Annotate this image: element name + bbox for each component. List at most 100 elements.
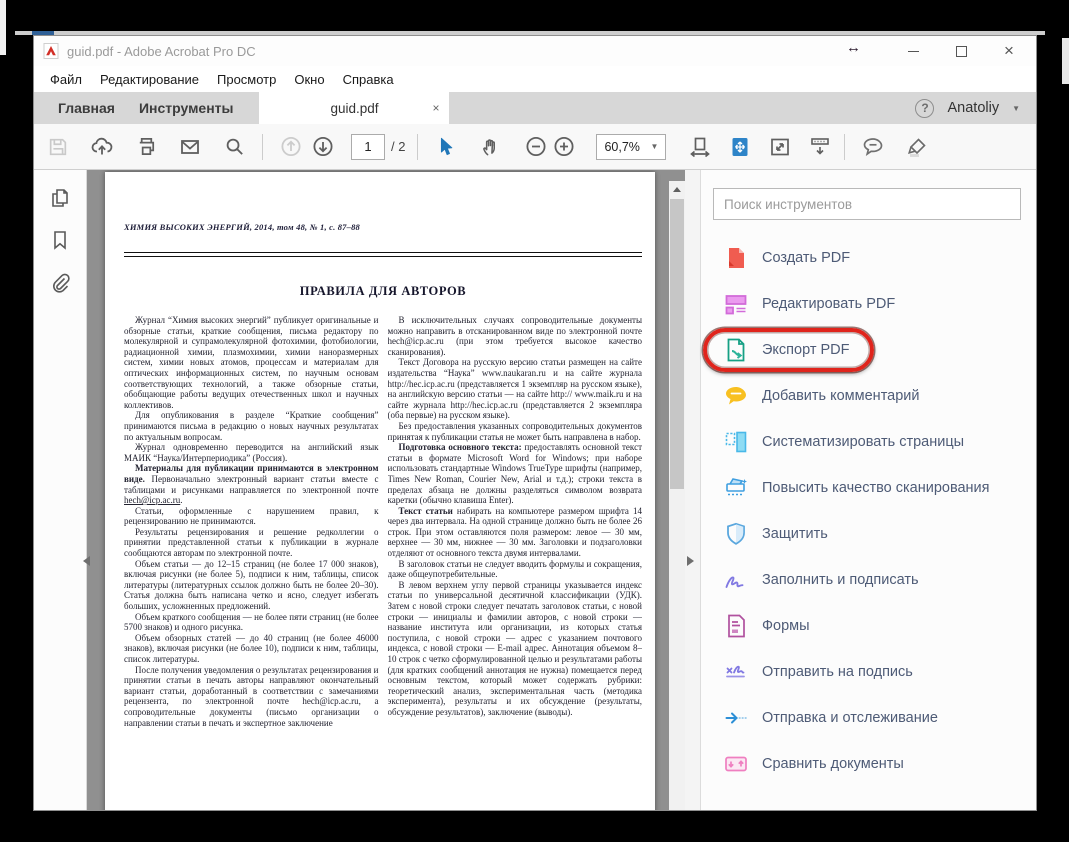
highlight-annotation: Экспорт PDF xyxy=(703,328,874,372)
compare-documents-icon xyxy=(723,751,749,777)
tool-item-forms[interactable]: Формы xyxy=(701,603,1036,649)
highlight-icon[interactable] xyxy=(905,135,929,159)
menu-view[interactable]: Просмотр xyxy=(208,72,285,87)
minimize-button[interactable] xyxy=(896,36,930,66)
edit-pdf-icon xyxy=(723,291,749,317)
tool-label: Сравнить документы xyxy=(762,756,904,772)
tool-item-organize-pages[interactable]: Систематизировать страницы xyxy=(701,419,1036,465)
menu-bar: Файл Редактирование Просмотр Окно Справк… xyxy=(34,66,1036,92)
background-fragment xyxy=(1062,38,1069,84)
scrollbar-thumb[interactable] xyxy=(670,199,684,489)
main-area: ХИМИЯ ВЫСОКИХ ЭНЕРГИЙ, 2014, том 48, № 1… xyxy=(34,170,1036,810)
email-link[interactable]: hech@icp.ac.ru xyxy=(124,495,180,505)
doc-paragraph: После получения уведомления о результата… xyxy=(124,665,379,729)
tab-home[interactable]: Главная xyxy=(46,100,127,116)
maximize-button[interactable] xyxy=(944,36,978,66)
chevron-down-icon[interactable]: ▼ xyxy=(1012,104,1020,113)
tool-label: Формы xyxy=(762,618,810,634)
user-account-button[interactable]: Anatoliy xyxy=(947,100,999,116)
article-title: ПРАВИЛА ДЛЯ АВТОРОВ xyxy=(124,284,642,299)
page-thumbnails-icon[interactable] xyxy=(48,186,72,215)
zoom-level-dropdown[interactable]: 60,7% ▼ xyxy=(596,134,666,160)
tool-item-protect[interactable]: Защитить xyxy=(701,511,1036,557)
tool-item-add-comment[interactable]: Добавить комментарий xyxy=(701,373,1036,419)
main-toolbar: / 2 60,7% ▼ xyxy=(34,124,1036,170)
doc-paragraph: Журнал одновременно переводится на англи… xyxy=(124,442,379,463)
zoom-out-icon[interactable] xyxy=(524,135,548,159)
select-tool-icon[interactable] xyxy=(434,135,458,159)
fit-one-page-icon[interactable] xyxy=(728,135,752,159)
organize-pages-icon xyxy=(723,429,749,455)
tool-item-send-track[interactable]: Отправка и отслеживание xyxy=(701,695,1036,741)
hand-tool-icon[interactable] xyxy=(478,135,502,159)
tool-item-enhance-scans[interactable]: Повысить качество сканирования xyxy=(701,465,1036,511)
export-pdf-icon xyxy=(723,337,749,363)
page-number-input[interactable] xyxy=(351,134,385,160)
collapse-right-pane-icon[interactable] xyxy=(687,556,699,566)
print-icon[interactable] xyxy=(134,135,158,159)
fullscreen-icon[interactable] xyxy=(768,135,792,159)
doc-column-right: В исключительных случаях сопроводительны… xyxy=(388,315,643,728)
protect-icon xyxy=(723,521,749,547)
tool-item-fill-sign[interactable]: Заполнить и подписать xyxy=(701,557,1036,603)
tab-document[interactable]: guid.pdf × xyxy=(259,92,449,124)
tool-item-export-pdf[interactable]: Экспорт PDF xyxy=(701,327,1036,373)
doc-paragraph: Объем статьи — до 12–15 страниц (не боле… xyxy=(124,559,379,612)
menu-window[interactable]: Окно xyxy=(285,72,333,87)
tool-label: Повысить качество сканирования xyxy=(762,480,990,496)
close-tab-icon[interactable]: × xyxy=(432,101,439,115)
menu-file[interactable]: Файл xyxy=(41,72,91,87)
tool-label: Защитить xyxy=(762,526,828,542)
doc-paragraph: Объем краткого сообщения — не более пяти… xyxy=(124,612,379,633)
tab-tools[interactable]: Инструменты xyxy=(127,100,246,116)
search-input[interactable] xyxy=(713,188,1021,220)
tool-label: Экспорт PDF xyxy=(762,342,850,358)
window-title: guid.pdf - Adobe Acrobat Pro DC xyxy=(67,44,256,59)
create-pdf-icon xyxy=(723,245,749,271)
doc-paragraph: Результаты рецензирования и решение редк… xyxy=(124,527,379,559)
fill-sign-icon xyxy=(723,567,749,593)
comment-icon[interactable] xyxy=(861,135,885,159)
tool-item-create-pdf[interactable]: Создать PDF xyxy=(701,235,1036,281)
next-page-icon[interactable] xyxy=(311,135,335,159)
tool-item-send-for-signature[interactable]: Отправить на подпись xyxy=(701,649,1036,695)
save-icon[interactable] xyxy=(46,135,70,159)
doc-paragraph: Текст статьи набирать на компьютере разм… xyxy=(388,506,643,559)
hide-toolbar-icon[interactable] xyxy=(808,135,832,159)
tool-label: Отправить на подпись xyxy=(762,664,913,680)
zoom-level-value: 60,7% xyxy=(604,140,639,154)
double-rule xyxy=(124,252,642,257)
collapse-left-pane-icon[interactable] xyxy=(78,556,90,566)
tool-label: Заполнить и подписать xyxy=(762,572,919,588)
search-icon[interactable] xyxy=(222,135,246,159)
page-width-icon[interactable] xyxy=(688,135,712,159)
tools-list: Создать PDF Редактировать PDF Экспорт PDF Д… xyxy=(701,235,1036,787)
document-viewer[interactable]: ХИМИЯ ВЫСОКИХ ЭНЕРГИЙ, 2014, том 48, № 1… xyxy=(87,170,669,810)
doc-paragraph: Для опубликования в разделе “Краткие соо… xyxy=(124,410,379,442)
tool-item-compare-documents[interactable]: Сравнить документы xyxy=(701,741,1036,787)
tab-bar: Главная Инструменты guid.pdf × ? Anatoli… xyxy=(34,92,1036,124)
acrobat-window: guid.pdf - Adobe Acrobat Pro DC ↔ × Файл… xyxy=(33,35,1037,811)
close-button[interactable]: × xyxy=(992,36,1026,66)
scroll-up-icon[interactable] xyxy=(669,181,685,197)
doc-paragraph: Без предоставления указанных сопроводите… xyxy=(388,421,643,442)
previous-page-icon[interactable] xyxy=(279,135,303,159)
email-icon[interactable] xyxy=(178,135,202,159)
journal-header: ХИМИЯ ВЫСОКИХ ЭНЕРГИЙ, 2014, том 48, № 1… xyxy=(124,222,642,232)
tool-item-edit-pdf[interactable]: Редактировать PDF xyxy=(701,281,1036,327)
pdf-page: ХИМИЯ ВЫСОКИХ ЭНЕРГИЙ, 2014, том 48, № 1… xyxy=(105,172,655,810)
attachments-icon[interactable] xyxy=(48,270,72,299)
vertical-scrollbar[interactable] xyxy=(669,181,685,810)
help-icon[interactable]: ? xyxy=(915,99,934,118)
tool-label: Редактировать PDF xyxy=(762,296,895,312)
resize-cursor-artifact: ↔ xyxy=(846,39,861,56)
background-fragment xyxy=(0,0,6,55)
menu-help[interactable]: Справка xyxy=(334,72,403,87)
add-comment-icon xyxy=(723,383,749,409)
bookmarks-icon[interactable] xyxy=(48,228,72,257)
tool-label: Добавить комментарий xyxy=(762,388,920,404)
zoom-in-icon[interactable] xyxy=(552,135,576,159)
cloud-upload-icon[interactable] xyxy=(90,135,114,159)
doc-column-left: Журнал “Химия высоких энергий” публикует… xyxy=(124,315,379,728)
menu-edit[interactable]: Редактирование xyxy=(91,72,208,87)
